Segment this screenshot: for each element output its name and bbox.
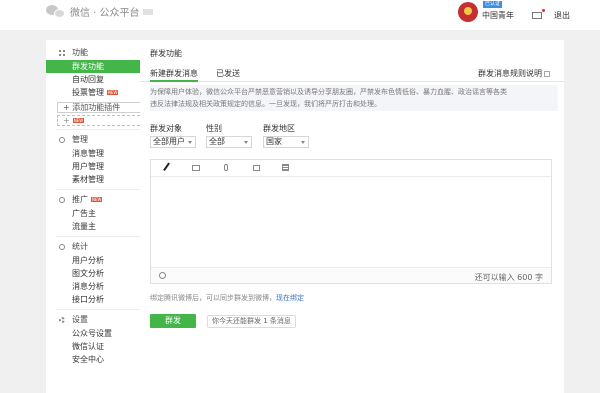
policy-notice: 为保障用户体验，微信公众平台严禁恶意营销以及诱导分享朋友圈，严禁发布色情低俗、暴…: [150, 85, 558, 111]
sidebar-item-api-analysis[interactable]: 接口分析: [46, 293, 150, 306]
sidebar-item-message-analysis[interactable]: 消息分析: [46, 280, 150, 293]
nav-group-functions: 功能: [46, 46, 150, 60]
filter-label: 群发地区: [263, 124, 295, 133]
chevron-down-icon: [301, 141, 305, 144]
sidebar-item-vote[interactable]: 投票管理 NEW: [46, 86, 150, 99]
add-plugin-button[interactable]: + 添加功能插件: [57, 102, 145, 113]
sidebar-item-materials[interactable]: 素材管理: [46, 173, 150, 186]
filter-target: 群发对象 全部用户: [150, 124, 196, 148]
new-badge: NEW: [91, 197, 103, 202]
sidebar-item-account-settings[interactable]: 公众号设置: [46, 327, 150, 340]
filter-gender: 性别 全部: [206, 124, 252, 148]
avatar[interactable]: [458, 2, 478, 22]
gender-select[interactable]: 全部: [206, 136, 252, 148]
new-badge: NEW: [72, 118, 85, 123]
emoji-icon[interactable]: [159, 272, 166, 279]
filter-region: 群发地区 国家: [263, 124, 309, 148]
divider: [56, 309, 146, 310]
gear-icon: [59, 317, 65, 323]
message-textarea[interactable]: [151, 177, 551, 266]
weibo-bind-hint: 绑定腾讯微博后，可以同步群发到微博，现在绑定: [150, 294, 304, 302]
logout-link[interactable]: 退出: [554, 10, 570, 21]
page-title: 群发功能: [150, 49, 182, 58]
divider: [56, 129, 146, 130]
nav-group-promotion: 推广 NEW: [46, 193, 150, 207]
sidebar: 功能 群发功能 自动回复 投票管理 NEW + 添加功能插件 + NEW 管理 消息…: [46, 40, 150, 393]
sidebar-item-users[interactable]: 用户管理: [46, 160, 150, 173]
user-name[interactable]: 中国青年: [482, 10, 514, 21]
statistics-icon: [59, 244, 65, 250]
sidebar-item-security[interactable]: 安全中心: [46, 353, 150, 366]
tab-new-mass-message[interactable]: 新建群发消息: [150, 68, 198, 82]
chevron-down-icon: [188, 141, 192, 144]
main-panel: 群发功能 新建群发消息 已发送 群发消息规则说明 为保障用户体验，微信公众平台严…: [140, 40, 564, 393]
new-badge: NEW: [107, 90, 119, 95]
image-icon[interactable]: [192, 165, 200, 171]
sidebar-item-auto-reply[interactable]: 自动回复: [46, 73, 150, 86]
filters: 群发对象 全部用户 性别 全部 群发地区 国家: [150, 124, 450, 154]
char-count: 还可以输入 600 字: [474, 273, 543, 282]
editor-footer: 还可以输入 600 字: [151, 267, 551, 283]
sidebar-item-user-analysis[interactable]: 用户分析: [46, 254, 150, 267]
sidebar-item-article-analysis[interactable]: 图文分析: [46, 267, 150, 280]
wechat-bubble-icon: [46, 4, 66, 19]
divider: [56, 236, 146, 237]
nav-group-manage: 管理: [46, 133, 150, 147]
doc-icon: [544, 70, 550, 77]
bind-weibo-link[interactable]: 现在绑定: [276, 294, 304, 302]
message-editor: 还可以输入 600 字: [150, 159, 552, 284]
promotion-icon: [59, 197, 65, 203]
region-select[interactable]: 国家: [263, 136, 309, 148]
article-icon[interactable]: [282, 164, 289, 171]
top-header: 微信 · 公众平台 已认证 中国青年 退出: [0, 0, 600, 30]
wechat-logo[interactable]: 微信 · 公众平台: [46, 4, 153, 19]
manage-icon: [59, 137, 65, 143]
pencil-icon[interactable]: [163, 162, 175, 175]
target-select[interactable]: 全部用户: [150, 136, 196, 148]
rules-link[interactable]: 群发消息规则说明: [478, 68, 550, 79]
tab-sent[interactable]: 已发送: [216, 68, 240, 82]
user-area: 中国青年 退出: [458, 2, 570, 22]
quota-badge: 你今天还能群发 1 条消息: [207, 315, 296, 328]
divider: [56, 189, 146, 190]
chevron-down-icon: [244, 141, 248, 144]
grid-icon: [59, 50, 65, 56]
sidebar-item-messages[interactable]: 消息管理: [46, 147, 150, 160]
editor-toolbar: [151, 160, 551, 177]
mail-icon[interactable]: [532, 8, 545, 19]
logo-badge: [142, 8, 153, 15]
filter-label: 群发对象: [150, 124, 182, 133]
plugin-slot[interactable]: + NEW: [57, 115, 145, 126]
nav-group-settings: 设置: [46, 313, 150, 327]
send-button[interactable]: 群发: [150, 314, 196, 328]
sidebar-item-advertiser[interactable]: 广告主: [46, 207, 150, 220]
tab-bar: 新建群发消息 已发送 群发消息规则说明: [140, 64, 564, 82]
video-icon[interactable]: [253, 165, 260, 171]
sidebar-item-mass-send[interactable]: 群发功能: [46, 60, 150, 73]
nav-group-statistics: 统计: [46, 240, 150, 254]
microphone-icon[interactable]: [224, 164, 228, 171]
logo-text: 微信 · 公众平台: [70, 8, 140, 19]
filter-label: 性别: [206, 124, 222, 133]
sidebar-item-wechat-verify[interactable]: 微信认证: [46, 340, 150, 353]
sidebar-item-traffic[interactable]: 流量主: [46, 220, 150, 233]
